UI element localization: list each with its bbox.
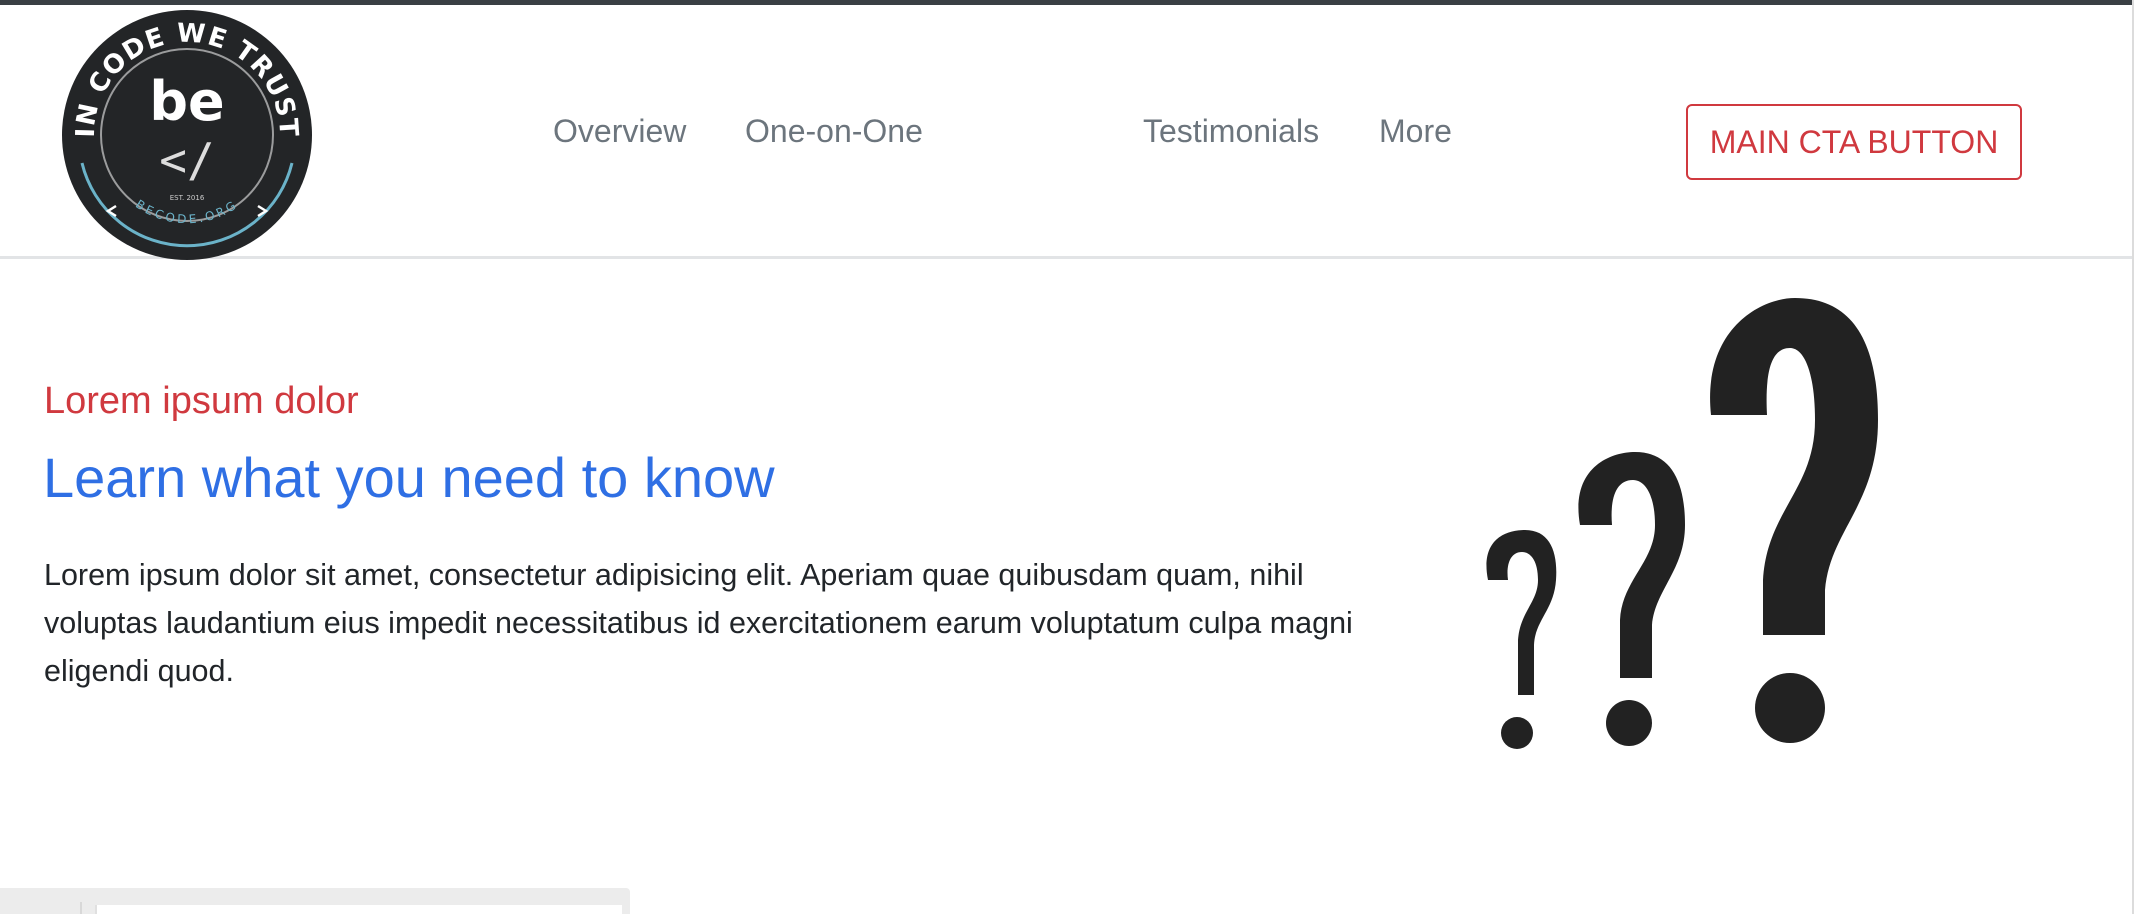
navbar: IN CODE WE TRUST BECODE.ORG be </ EST. 2… xyxy=(0,5,2134,262)
hero-body: Lorem ipsum dolor sit amet, consectetur … xyxy=(44,558,1353,688)
question-marks-icon xyxy=(1486,298,1878,749)
logo-center-symbol: </ xyxy=(159,133,214,187)
hero-eyebrow: Lorem ipsum dolor xyxy=(44,380,359,422)
nav-testimonials[interactable]: Testimonials xyxy=(1143,113,1319,150)
main-cta-button[interactable]: MAIN CTA BUTTON xyxy=(1686,104,2022,180)
logo-est: EST. 2016 xyxy=(170,194,205,202)
becode-logo[interactable]: IN CODE WE TRUST BECODE.ORG be </ EST. 2… xyxy=(60,8,314,262)
nav-one-on-one[interactable]: One-on-One xyxy=(745,113,923,150)
hero-title: Learn what you need to know xyxy=(43,446,775,509)
bottom-panel-divider xyxy=(80,902,82,914)
bottom-panel-inner xyxy=(95,905,622,914)
nav-overview[interactable]: Overview xyxy=(553,113,686,150)
nav-more[interactable]: More xyxy=(1379,113,1452,150)
logo-center-word: be xyxy=(149,70,224,133)
